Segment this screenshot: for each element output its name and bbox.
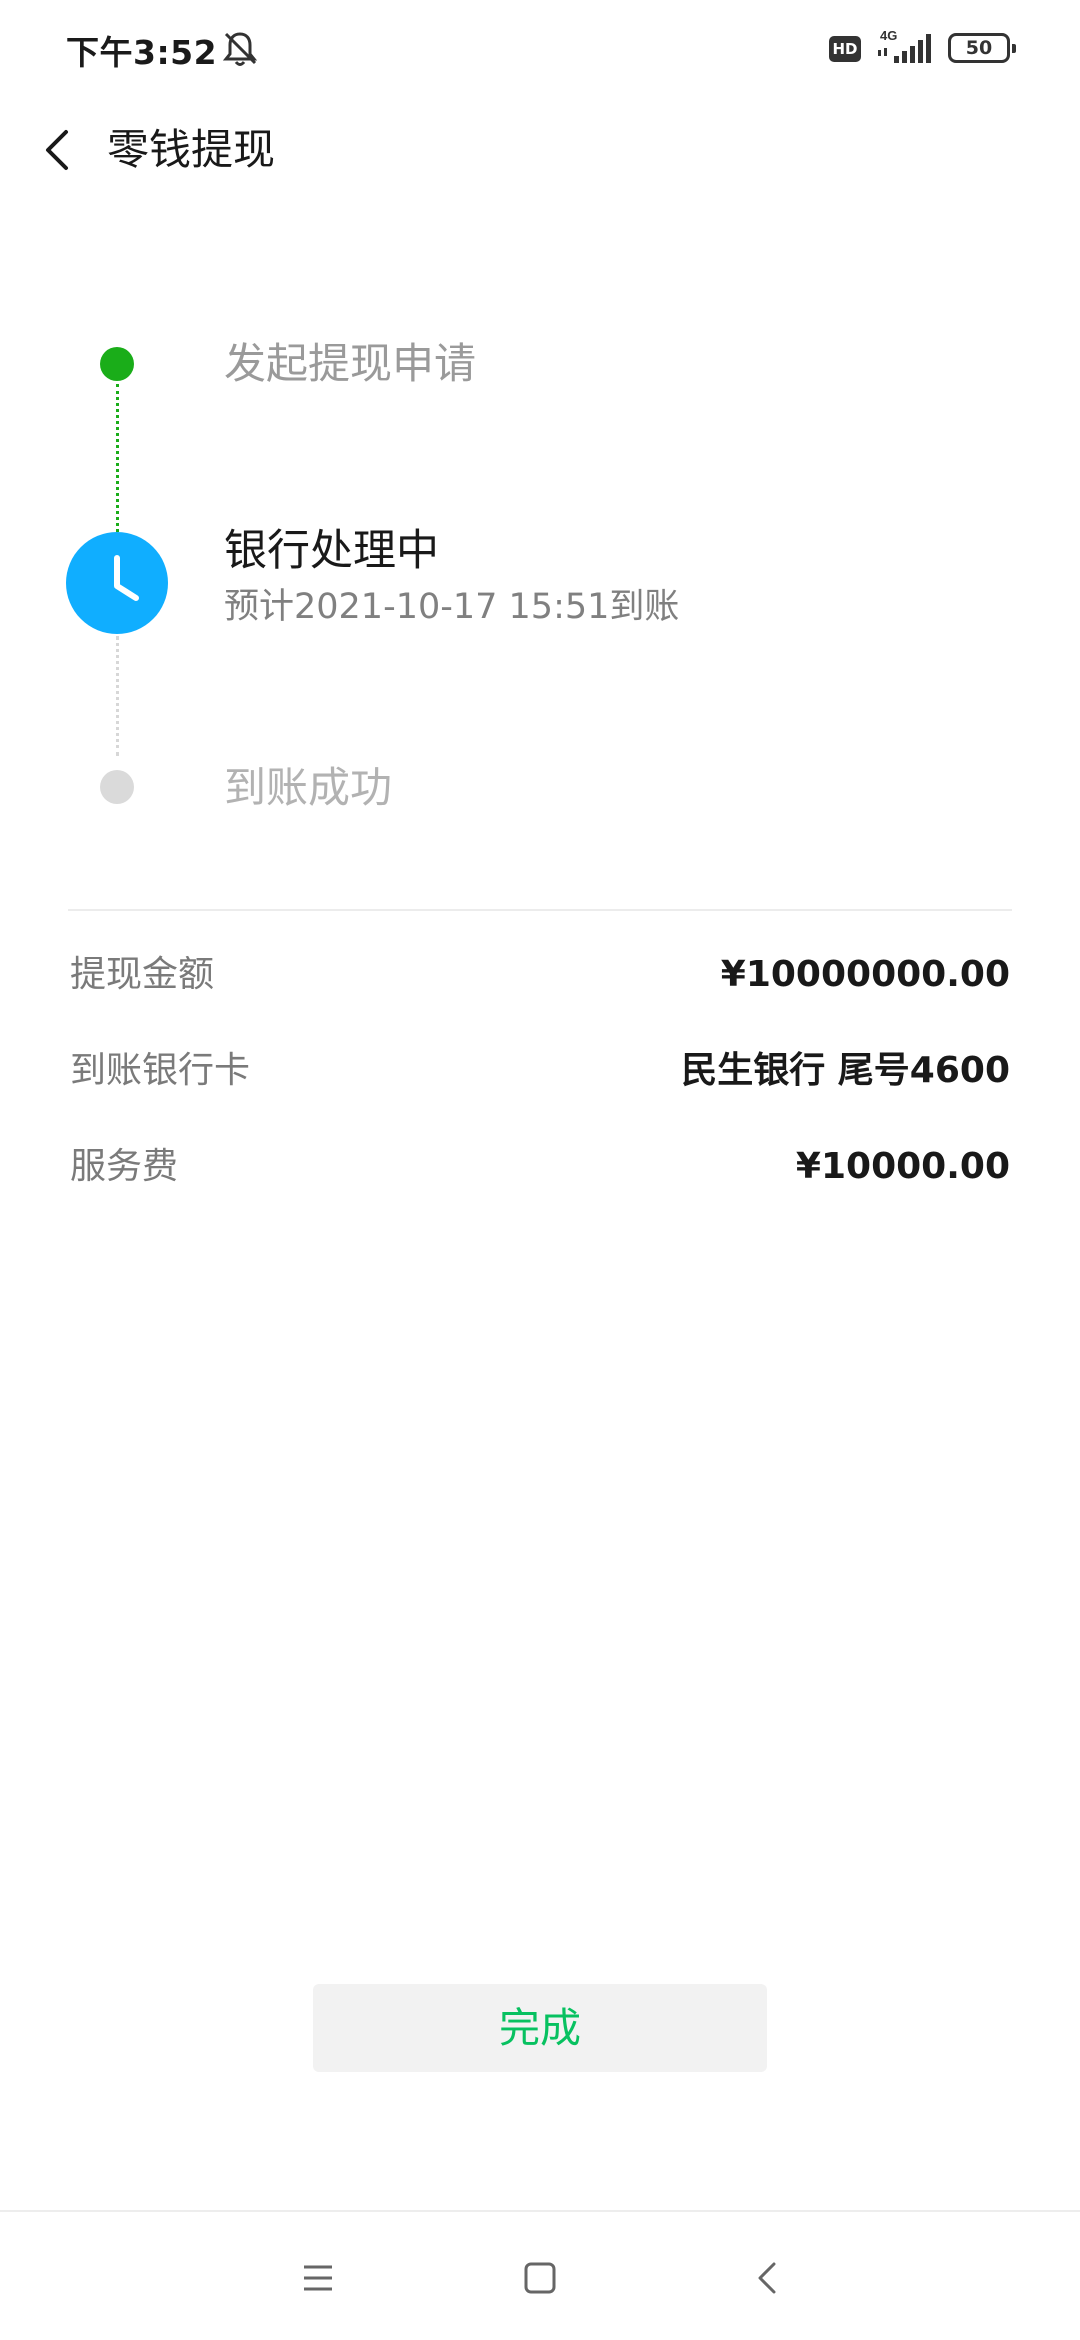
clock-icon [66, 532, 168, 634]
bell-off-icon [222, 32, 258, 66]
done-button[interactable]: 完成 [313, 1984, 767, 2072]
back-triangle-icon[interactable] [748, 2258, 788, 2298]
detail-value: ¥10000.00 [795, 1146, 1010, 1187]
step-label-processing: 银行处理中 [224, 526, 439, 576]
cell-signal-icon: 4G [878, 28, 931, 63]
detail-row-service-fee: 服务费 ¥10000.00 [68, 1135, 1012, 1199]
status-time: 下午3:52 [66, 33, 218, 72]
status-bar: 下午3:52 HD 4G 50 [0, 0, 1080, 100]
system-nav-bar [0, 2210, 1080, 2340]
chevron-left-icon [46, 130, 68, 170]
detail-label: 提现金额 [70, 954, 215, 995]
timeline-connector-pending [116, 636, 119, 756]
step-label-arrived: 到账成功 [224, 763, 393, 812]
step-eta-text: 预计2021-10-17 15:51到账 [224, 587, 680, 627]
detail-label: 服务费 [70, 1146, 179, 1187]
battery-level: 50 [965, 37, 993, 59]
divider [68, 909, 1012, 911]
page-title: 零钱提现 [107, 125, 276, 174]
nav-header: 零钱提现 [0, 100, 1080, 200]
detail-value: 民生银行 尾号4600 [681, 1050, 1010, 1091]
menu-icon[interactable] [298, 2258, 338, 2298]
step-done-dot [100, 347, 134, 381]
step-pending-dot [100, 770, 134, 804]
home-square-icon[interactable] [520, 2258, 560, 2298]
back-button[interactable] [28, 118, 92, 182]
timeline-connector-done [116, 384, 119, 532]
hd-badge: HD [829, 36, 861, 62]
detail-row-amount: 提现金额 ¥10000000.00 [68, 943, 1012, 1007]
detail-label: 到账银行卡 [70, 1050, 251, 1091]
battery-icon: 50 [948, 33, 1016, 63]
withdraw-progress-timeline: 发起提现申请 银行处理中 预计2021-10-17 15:51到账 到账成功 [0, 300, 1080, 820]
detail-row-bank-card: 到账银行卡 民生银行 尾号4600 [68, 1039, 1012, 1103]
detail-value: ¥10000000.00 [720, 954, 1010, 995]
network-type: 4G [880, 28, 897, 43]
step-label-submitted: 发起提现申请 [224, 339, 477, 388]
